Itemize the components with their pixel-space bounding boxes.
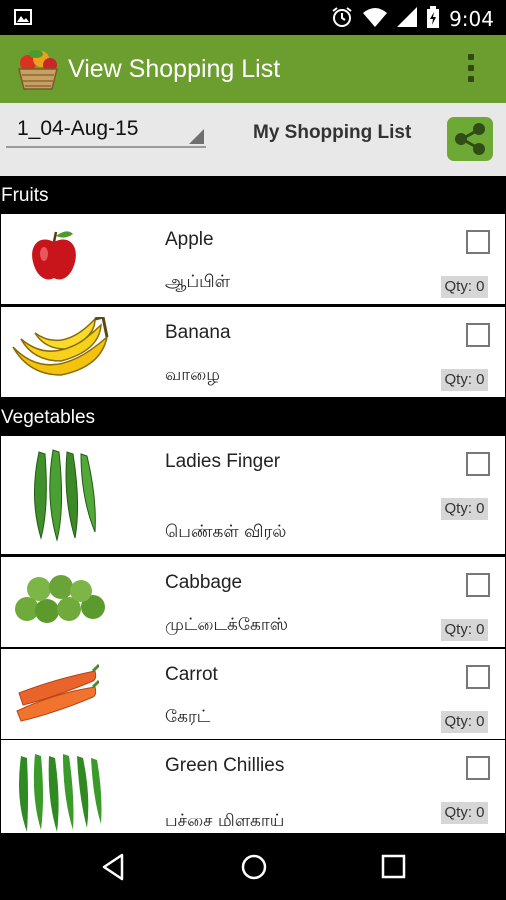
item-checkbox[interactable] xyxy=(466,756,490,780)
item-name: Ladies Finger xyxy=(165,451,281,472)
list-item-cabbage[interactable]: Cabbage முட்டைக்கோஸ் Qty: 0 xyxy=(1,557,505,647)
list-item-apple[interactable]: Apple ஆப்பிள் Qty: 0 xyxy=(1,214,505,304)
item-checkbox[interactable] xyxy=(466,323,490,347)
item-name: Green Chillies xyxy=(165,755,285,776)
item-name: Apple xyxy=(165,229,214,250)
list-item-carrot[interactable]: Carrot கேரட் Qty: 0 xyxy=(1,649,505,739)
item-qty: Qty: 0 xyxy=(441,711,488,733)
shopping-list[interactable]: Fruits Apple ஆப்பிள் Qty: 0 Banana வாழை … xyxy=(0,176,506,833)
app-bar: View Shopping List xyxy=(0,35,506,103)
item-qty: Qty: 0 xyxy=(441,276,488,298)
apple-icon xyxy=(29,228,79,286)
item-name-tamil: கேரட் xyxy=(165,707,211,727)
item-name-tamil: வாழை xyxy=(165,365,220,385)
item-checkbox[interactable] xyxy=(466,452,490,476)
status-bar: 9:04 xyxy=(0,0,506,35)
list-item-banana[interactable]: Banana வாழை Qty: 0 xyxy=(1,307,505,397)
list-item-green-chillies[interactable]: Green Chillies பச்சை மிளகாய் Qty: 0 xyxy=(1,740,505,833)
signal-icon xyxy=(397,7,418,31)
cabbage-icon xyxy=(13,571,109,631)
item-name-tamil: பெண்கள் விரல் xyxy=(165,522,287,542)
item-name-tamil: ஆப்பிள் xyxy=(165,272,230,292)
banana-icon xyxy=(11,315,111,391)
item-name-tamil: பச்சை மிளகாய் xyxy=(165,811,285,831)
item-qty: Qty: 0 xyxy=(441,619,488,641)
gallery-notification-icon xyxy=(14,9,32,29)
app-title: View Shopping List xyxy=(68,55,281,83)
share-button[interactable] xyxy=(447,117,493,161)
spinner-value: 1_04-Aug-15 xyxy=(17,117,139,140)
carrot-icon xyxy=(15,663,101,727)
navigation-bar xyxy=(0,833,506,900)
battery-charging-icon xyxy=(427,6,440,32)
item-qty: Qty: 0 xyxy=(441,802,488,824)
item-qty: Qty: 0 xyxy=(441,498,488,520)
item-name: Carrot xyxy=(165,664,218,685)
list-selector-spinner[interactable]: 1_04-Aug-15 xyxy=(6,112,206,148)
item-qty: Qty: 0 xyxy=(441,369,488,391)
item-name-tamil: முட்டைக்கோஸ் xyxy=(165,615,288,635)
status-time: 9:04 xyxy=(449,7,494,31)
okra-icon xyxy=(25,448,105,546)
section-header-fruits: Fruits xyxy=(1,185,49,206)
alarm-icon xyxy=(331,6,353,32)
wifi-icon xyxy=(363,7,388,31)
back-icon[interactable] xyxy=(100,853,126,885)
status-icons: 9:04 xyxy=(331,6,494,32)
home-icon[interactable] xyxy=(240,853,268,885)
item-checkbox[interactable] xyxy=(466,230,490,254)
section-header-vegetables: Vegetables xyxy=(1,407,96,428)
list-item-ladies-finger[interactable]: Ladies Finger பெண்கள் விரல் Qty: 0 xyxy=(1,436,505,554)
chillies-icon xyxy=(13,750,105,833)
recents-icon[interactable] xyxy=(381,854,407,884)
share-icon xyxy=(455,123,485,155)
item-checkbox[interactable] xyxy=(466,665,490,689)
item-checkbox[interactable] xyxy=(466,573,490,597)
list-title: My Shopping List xyxy=(253,122,412,143)
item-name: Banana xyxy=(165,322,231,343)
spinner-arrow-icon xyxy=(189,129,204,144)
overflow-menu-icon[interactable] xyxy=(468,54,476,86)
basket-logo-icon xyxy=(16,45,60,93)
item-name: Cabbage xyxy=(165,572,243,593)
